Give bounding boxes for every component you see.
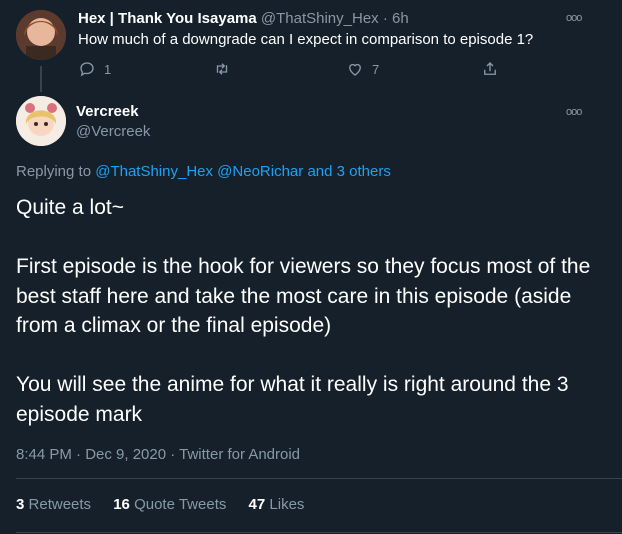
replying-user-link[interactable]: @ThatShiny_Hex (95, 163, 213, 180)
divider (16, 532, 622, 533)
replying-user-link[interactable]: @NeoRichar (217, 163, 303, 180)
tweet-timestamp[interactable]: 8:44 PM · Dec 9, 2020 · Twitter for Andr… (16, 446, 300, 463)
main-author-handle[interactable]: @Vercreek (76, 123, 150, 140)
more-icon[interactable]: ooo (566, 106, 582, 118)
vercreek-avatar[interactable] (16, 96, 66, 146)
reply-button[interactable]: 1 (78, 60, 111, 78)
retweet-icon (216, 63, 228, 75)
retweets-label: Retweets (28, 496, 92, 513)
reply-icon (80, 62, 94, 77)
thread-connector-line (40, 66, 42, 92)
share-button[interactable] (481, 60, 499, 78)
reply-tweet-header: Hex | Thank You Isayama @ThatShiny_Hex ·… (78, 10, 409, 27)
quote-tweets-label: Quote Tweets (134, 496, 227, 513)
main-tweet-text: Quite a lot~ First episode is the hook f… (16, 193, 606, 429)
likes-stat[interactable]: 47 Likes (249, 496, 305, 513)
tweet-stats: 3 Retweets 16 Quote Tweets 47 Likes (16, 496, 322, 513)
quote-tweets-count: 16 (113, 496, 130, 513)
divider (16, 478, 622, 479)
like-button[interactable]: 7 (346, 60, 379, 78)
reply-dot-separator: · (382, 10, 388, 27)
main-author-name[interactable]: Vercreek (76, 103, 139, 120)
like-icon (349, 63, 361, 76)
reply-action-bar: 1 7 (78, 60, 498, 80)
replying-others-link[interactable]: and 3 others (307, 163, 390, 180)
reply-time[interactable]: 6h (392, 10, 409, 27)
replying-to-label: Replying to (16, 163, 92, 180)
retweets-stat[interactable]: 3 Retweets (16, 496, 95, 513)
reply-author-handle[interactable]: @ThatShiny_Hex (261, 10, 379, 27)
quote-tweets-stat[interactable]: 16 Quote Tweets (113, 496, 230, 513)
reply-tweet-text: How much of a downgrade can I expect in … (78, 31, 534, 48)
tweet-paragraph: You will see the anime for what it reall… (16, 373, 569, 426)
retweets-count: 3 (16, 496, 25, 513)
retweet-button[interactable] (213, 60, 239, 78)
share-icon (484, 62, 496, 75)
like-count: 7 (372, 61, 380, 77)
likes-count: 47 (248, 496, 266, 513)
tweet-paragraph: Quite a lot~ (16, 196, 124, 219)
reply-count: 1 (104, 61, 112, 77)
tweet-paragraph: First episode is the hook for viewers so… (16, 255, 591, 337)
replying-to-line: Replying to @ThatShiny_Hex @NeoRichar an… (16, 163, 391, 180)
reply-author-name[interactable]: Hex | Thank You Isayama (78, 10, 257, 27)
hex-avatar[interactable] (16, 10, 66, 60)
more-icon[interactable]: ooo (566, 12, 582, 24)
likes-label: Likes (269, 496, 305, 513)
